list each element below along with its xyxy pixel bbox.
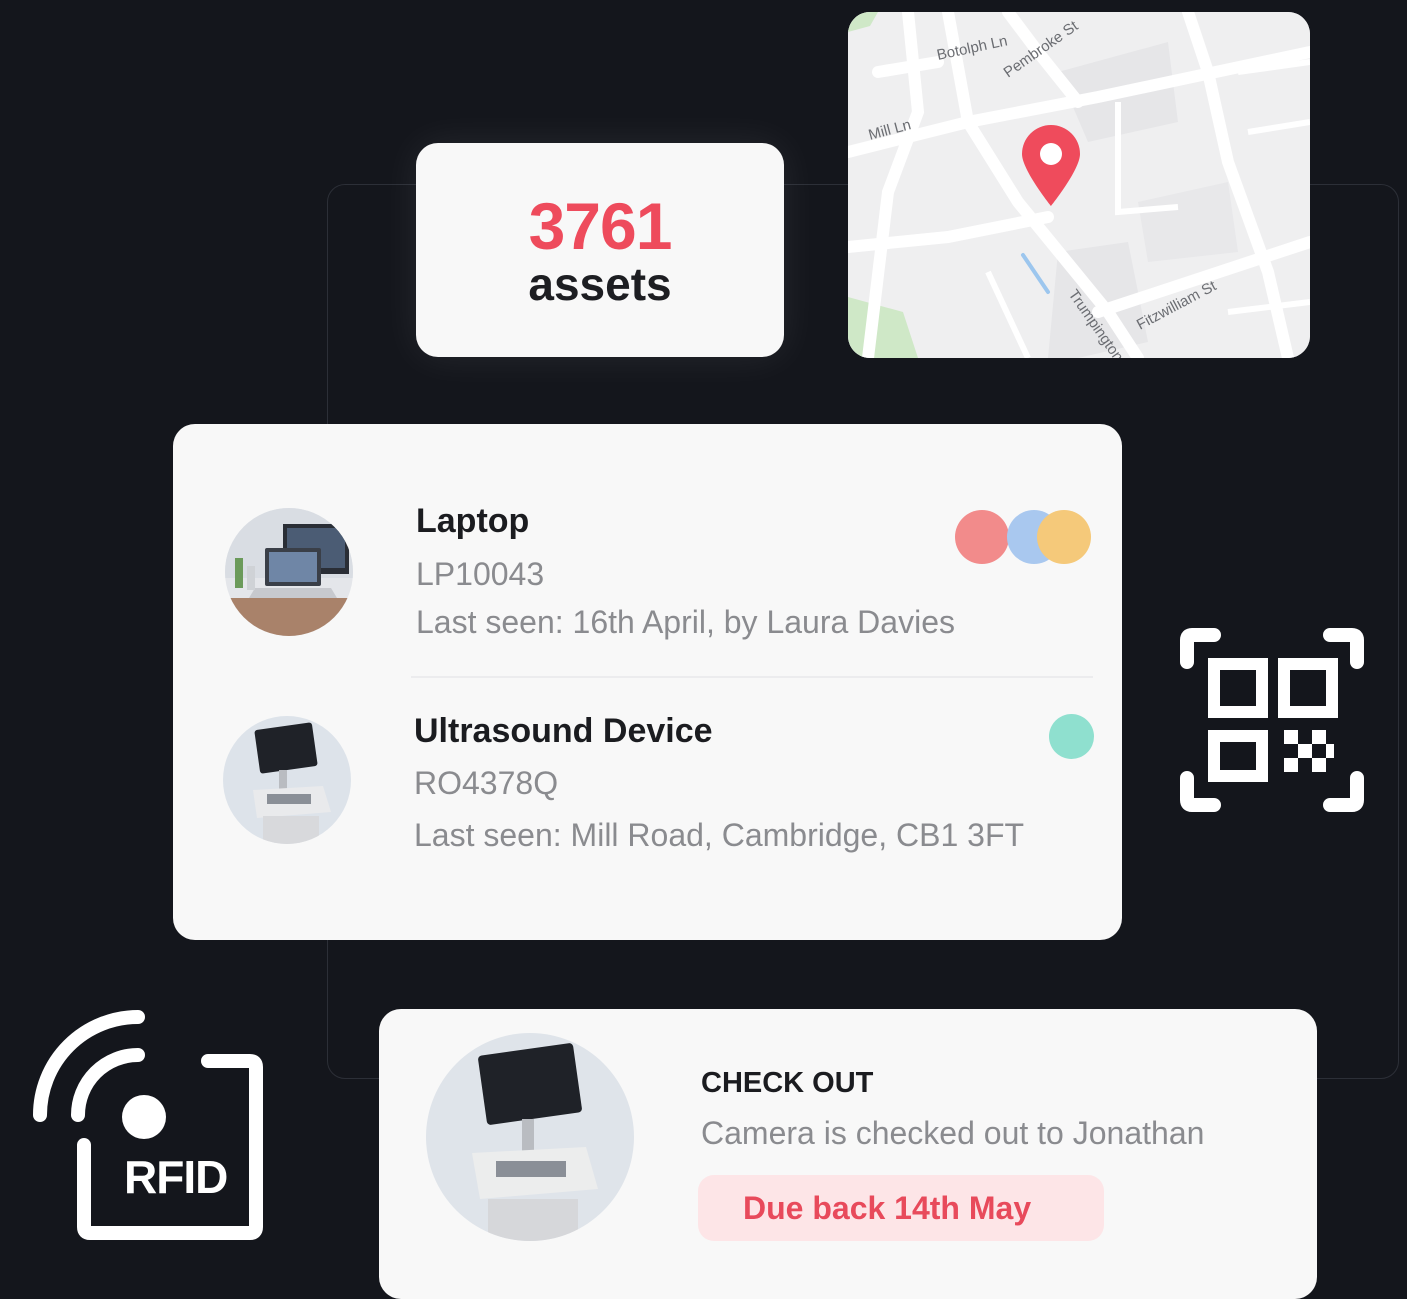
asset-name: Laptop (416, 502, 530, 540)
checkout-card[interactable]: CHECK OUT Camera is checked out to Jonat… (379, 1009, 1317, 1299)
tag-dot-teal (1049, 714, 1094, 759)
asset-last-seen: Last seen: Mill Road, Cambridge, CB1 3FT (414, 817, 1025, 853)
asset-list: Laptop LP10043 Last seen: 16th April, by… (173, 424, 1122, 940)
tag-dot-red (955, 510, 1009, 564)
asset-code: RO4378Q (414, 765, 559, 801)
due-date-badge: Due back 14th May (698, 1175, 1104, 1241)
asset-name: Ultrasound Device (414, 712, 713, 750)
checkout-description: Camera is checked out to Jonathan (701, 1115, 1205, 1151)
asset-count-card[interactable]: 3761 assets (416, 143, 784, 357)
camera-thumbnail (426, 1033, 634, 1241)
list-divider (411, 676, 1093, 678)
checkout-title: CHECK OUT (701, 1067, 874, 1099)
ultrasound-thumbnail (223, 716, 351, 844)
location-map[interactable]: Botolph Ln Pembroke St Mill Ln Trumpingt… (848, 12, 1310, 358)
rfid-label: RFID (124, 1151, 228, 1203)
tag-dot-yellow (1037, 510, 1091, 564)
location-pin-icon[interactable] (1020, 124, 1082, 208)
asset-last-seen: Last seen: 16th April, by Laura Davies (416, 604, 955, 640)
laptop-thumbnail (225, 508, 353, 636)
asset-code: LP10043 (416, 556, 545, 592)
asset-count-label: assets (528, 258, 672, 310)
asset-count: 3761 (528, 189, 673, 263)
qr-code-icon[interactable] (1180, 628, 1364, 812)
rfid-icon[interactable] (28, 1005, 268, 1245)
